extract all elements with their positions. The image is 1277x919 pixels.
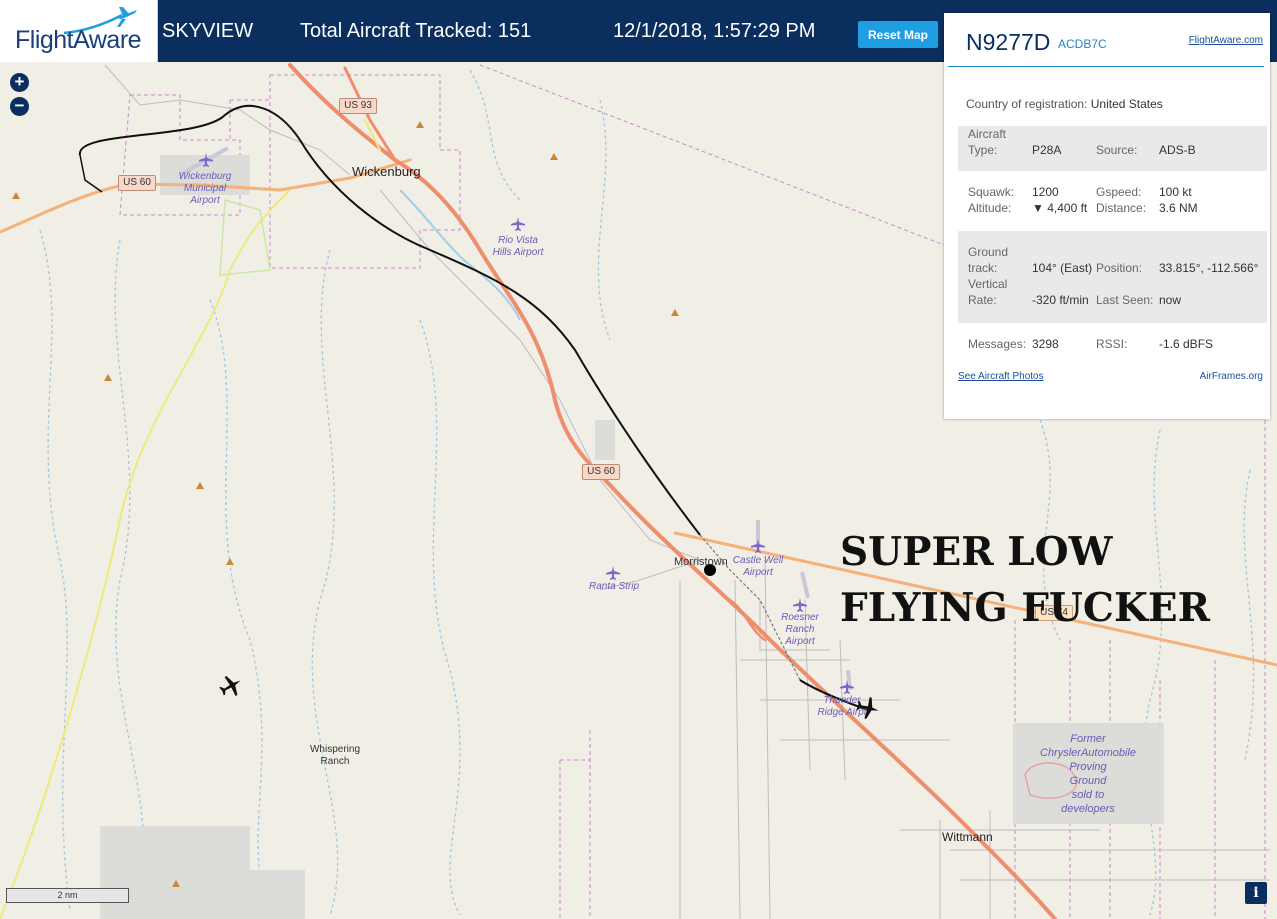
type-source-section: Aircraft Type: P28A Source: ADS-B xyxy=(958,126,1267,171)
area-label-line: Proving xyxy=(1069,761,1107,773)
distance-label: Distance: xyxy=(1096,201,1147,215)
airport-label-line: Ranch xyxy=(785,624,815,635)
type-label-line: Aircraft xyxy=(968,127,1007,141)
type-label-line: Type: xyxy=(968,143,998,157)
scale-bar: 2 nm xyxy=(6,888,129,903)
airport-label-line: Ridge Airpt xyxy=(817,707,867,718)
aircraft-info-panel: N9277D ACDB7C FlightAware.com Country of… xyxy=(944,13,1270,419)
area-label-line: developers xyxy=(1061,803,1115,815)
airport-label: Castle Well Airport xyxy=(728,555,788,579)
overlay-annotation: SUPER LOW FLYING FUCKER xyxy=(840,524,1210,636)
airport-label-line: Airport xyxy=(190,195,220,206)
vrate-value: -320 ft/min xyxy=(1032,293,1089,307)
zoom-in-button[interactable]: + xyxy=(10,73,29,92)
track-position-section: Ground track: 104° (East) Position: 33.8… xyxy=(958,231,1267,323)
country-row: Country of registration: United States xyxy=(966,97,1163,111)
flightaware-link[interactable]: FlightAware.com xyxy=(1189,35,1263,46)
track-value: 104° (East) xyxy=(1032,261,1093,275)
town-label-line: Whispering xyxy=(309,744,361,755)
airport-label-line: Hills Airport xyxy=(492,247,544,258)
airport-label: Ranta Strip xyxy=(588,581,640,592)
distance-value: 3.6 NM xyxy=(1159,201,1198,215)
area-label-line: ChryslerAutomobile xyxy=(1040,747,1136,759)
airport-icon xyxy=(606,566,620,580)
datetime: 12/1/2018, 1:57:29 PM xyxy=(613,20,816,42)
lastseen-label: Last Seen: xyxy=(1096,293,1154,307)
area-label-line: Former xyxy=(1070,733,1106,745)
airport-icon xyxy=(199,153,213,167)
reset-map-button[interactable]: Reset Map xyxy=(858,21,938,48)
rssi-value: -1.6 dBFS xyxy=(1159,337,1214,351)
airport-label: Roesner Ranch Airport xyxy=(775,612,825,648)
zoom-out-button[interactable]: − xyxy=(10,97,29,116)
info-button[interactable]: i xyxy=(1245,882,1267,904)
highway-shield: US 60 xyxy=(582,464,620,480)
town-label: Wickenburg xyxy=(352,164,421,179)
aircraft-hex: ACDB7C xyxy=(1058,37,1107,51)
country-label: Country of registration: xyxy=(966,97,1088,111)
track-label-line: Ground xyxy=(968,245,1009,259)
source-label: Source: xyxy=(1096,143,1138,157)
airport-icon xyxy=(793,598,807,612)
airport-icon xyxy=(511,217,525,231)
vrate-label-line: Vertical xyxy=(968,277,1008,291)
airport-label-line: Municipal xyxy=(183,183,227,194)
airport-label-line: Thunder xyxy=(823,695,861,706)
airport-label-line: Airport xyxy=(743,567,773,578)
source-value: ADS-B xyxy=(1159,143,1196,157)
airport-label-line: Roesner xyxy=(781,612,819,623)
airport-label-line: Rio Vista xyxy=(498,235,538,246)
area-label-line: Ground xyxy=(1069,775,1107,787)
country-value: United States xyxy=(1090,97,1163,111)
messages-label: Messages: xyxy=(968,337,1027,351)
aircraft-registration: N9277D xyxy=(966,29,1051,55)
area-label-line: sold to xyxy=(1071,789,1105,801)
airport-label-line: Airport xyxy=(785,636,815,647)
altitude-label: Altitude: xyxy=(968,201,1012,215)
squawk-altitude-section: Squawk: 1200 Gspeed: 100 kt Altitude: ▼ … xyxy=(958,184,1267,224)
squawk-label: Squawk: xyxy=(968,185,1015,199)
airport-label: Rio Vista Hills Airport xyxy=(483,235,553,259)
airport-label: Wickenburg Municipal Airport xyxy=(170,171,240,207)
total-aircraft: Total Aircraft Tracked: 151 xyxy=(300,20,532,42)
town-label: Whispering Ranch xyxy=(295,744,375,768)
gspeed-label: Gspeed: xyxy=(1096,185,1142,199)
airport-label: Thunder Ridge Airpt xyxy=(812,695,872,719)
messages-value: 3298 xyxy=(1032,337,1059,351)
airport-label-line: Castle Well xyxy=(732,555,784,566)
airframes-link[interactable]: AirFrames.org xyxy=(1200,371,1263,382)
highway-shield: US 60 xyxy=(118,175,156,191)
airport-icon xyxy=(840,680,854,694)
town-label-line: Ranch xyxy=(320,756,350,767)
town-label: Wittmann xyxy=(942,830,993,844)
town-label: Morristown xyxy=(674,556,728,568)
squawk-value: 1200 xyxy=(1032,185,1059,199)
altitude-value: ▼ 4,400 ft xyxy=(1032,201,1088,215)
gspeed-value: 100 kt xyxy=(1159,185,1192,199)
messages-section: Messages: 3298 RSSI: -1.6 dBFS xyxy=(958,336,1267,354)
flightaware-logo[interactable]: FlightAware xyxy=(0,0,158,62)
app-title: SKYVIEW xyxy=(162,20,254,42)
annotation-line-1: SUPER LOW xyxy=(840,529,1113,575)
logo-text: FlightAware xyxy=(15,26,142,54)
airport-label-line: Wickenburg xyxy=(178,171,232,182)
rssi-label: RSSI: xyxy=(1096,337,1128,351)
vrate-label-line: Rate: xyxy=(968,293,997,307)
highway-shield: US 93 xyxy=(339,98,377,114)
annotation-line-2: FLYING FUCKER xyxy=(840,585,1211,631)
lastseen-value: now xyxy=(1159,293,1182,307)
airport-icon xyxy=(751,539,765,553)
aircraft-photos-link[interactable]: See Aircraft Photos xyxy=(958,371,1044,382)
position-value: 33.815°, -112.566° xyxy=(1159,261,1259,275)
area-label: Former ChryslerAutomobile Proving Ground… xyxy=(1020,732,1156,816)
aircraft-type-value: P28A xyxy=(1032,143,1062,157)
position-label: Position: xyxy=(1096,261,1143,275)
track-label-line: track: xyxy=(968,261,998,275)
panel-divider xyxy=(948,66,1264,67)
